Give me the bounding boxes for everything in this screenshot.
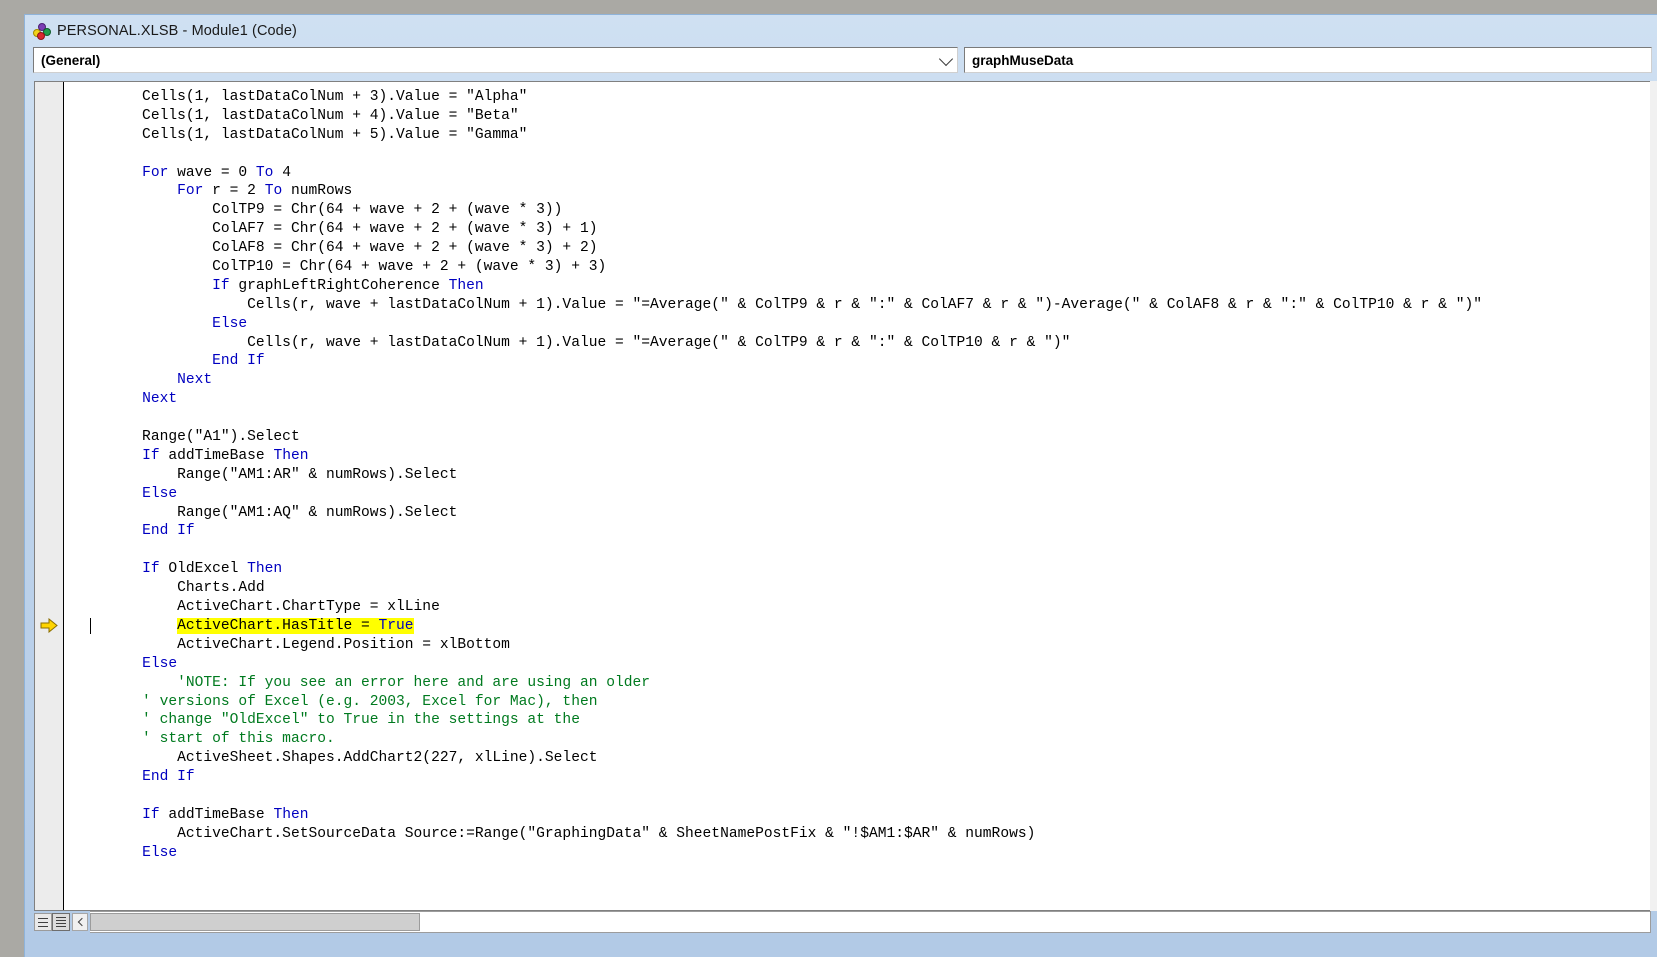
vertical-scrollbar[interactable]: [1650, 81, 1657, 911]
horizontal-scrollbar-thumb[interactable]: [90, 913, 420, 931]
code-line: Cells(r, wave + lastDataColNum + 1).Valu…: [72, 296, 1482, 313]
code-line: End If: [212, 353, 265, 370]
code-line: ActiveChart.Legend.Position = xlBottom: [72, 636, 510, 653]
code-line: End If: [142, 769, 195, 786]
code-line: End If: [142, 523, 195, 540]
code-line: ' start of this macro.: [72, 731, 335, 748]
code-pane: Cells(1, lastDataColNum + 3).Value = "Al…: [34, 81, 1651, 911]
procedure-dropdown[interactable]: graphMuseData: [964, 47, 1652, 73]
code-line: If addTimeBase Then: [142, 447, 309, 464]
code-line: Cells(1, lastDataColNum + 3).Value = "Al…: [72, 89, 528, 105]
yellow-arrow-icon: [40, 618, 58, 634]
code-line: If graphLeftRightCoherence Then: [212, 277, 484, 294]
code-pane-bottom-bar: [34, 911, 1651, 933]
full-module-view-button[interactable]: [52, 913, 70, 931]
code-line: ActiveChart.SetSourceData Source:=Range(…: [72, 825, 1036, 842]
code-line: Next: [142, 391, 178, 408]
code-line: Else: [212, 315, 248, 332]
window-title-bar: PERSONAL.XLSB - Module1 (Code): [25, 15, 1657, 47]
code-line: ColAF7 = Chr(64 + wave + 2 + (wave * 3) …: [72, 221, 598, 238]
code-line: Range("AM1:AR" & numRows).Select: [72, 466, 458, 483]
code-line: Cells(1, lastDataColNum + 4).Value = "Be…: [72, 107, 519, 124]
code-line: If addTimeBase Then: [142, 806, 309, 823]
procedure-dropdown-value: graphMuseData: [972, 52, 1074, 68]
code-line: Cells(1, lastDataColNum + 5).Value = "Ga…: [72, 126, 528, 143]
chevron-down-icon[interactable]: [938, 51, 954, 67]
code-line: ColTP9 = Chr(64 + wave + 2 + (wave * 3)): [72, 202, 563, 219]
horizontal-scrollbar[interactable]: [90, 911, 1651, 933]
scroll-left-button[interactable]: [72, 913, 88, 931]
code-line: ActiveSheet.Shapes.AddChart2(227, xlLine…: [72, 750, 598, 767]
window-title: PERSONAL.XLSB - Module1 (Code): [57, 23, 297, 39]
code-line: 'NOTE: If you see an error here and are …: [72, 674, 651, 691]
code-line: Range("A1").Select: [72, 429, 300, 446]
code-line: If OldExcel Then: [142, 561, 283, 578]
object-dropdown-value: (General): [41, 52, 101, 68]
code-line: Range("AM1:AQ" & numRows).Select: [72, 504, 458, 521]
code-margin-indicator-bar[interactable]: [35, 82, 64, 910]
code-line: Else: [142, 485, 178, 502]
code-line: Charts.Add: [72, 580, 265, 597]
object-dropdown[interactable]: (General): [33, 47, 958, 73]
code-line: Else: [142, 655, 178, 672]
vba-code-window: PERSONAL.XLSB - Module1 (Code) (General)…: [24, 14, 1657, 957]
editor-combo-row: (General) graphMuseData: [25, 47, 1657, 73]
code-line: For r = 2 To numRows: [177, 183, 353, 200]
code-line: Cells(r, wave + lastDataColNum + 1).Valu…: [72, 334, 1071, 351]
code-text-area[interactable]: Cells(1, lastDataColNum + 3).Value = "Al…: [64, 82, 1651, 910]
code-line: ColAF8 = Chr(64 + wave + 2 + (wave * 3) …: [72, 240, 598, 257]
code-line: ' change "OldExcel" to True in the setti…: [72, 712, 580, 729]
code-line: ActiveChart.ChartType = xlLine: [72, 599, 440, 616]
procedure-view-button[interactable]: [34, 913, 52, 931]
code-line: Else: [142, 844, 178, 861]
code-line: ColTP10 = Chr(64 + wave + 2 + (wave * 3)…: [72, 259, 607, 276]
code-line: ' versions of Excel (e.g. 2003, Excel fo…: [72, 693, 598, 710]
code-line: ActiveChart.HasTitle = True: [72, 617, 1482, 636]
execution-highlight: ActiveChart.HasTitle = True: [177, 617, 414, 634]
code-line: Next: [177, 372, 213, 389]
code-lines: Cells(1, lastDataColNum + 3).Value = "Al…: [64, 82, 1482, 863]
code-line: For wave = 0 To 4: [142, 164, 291, 181]
vba-module-icon: [33, 22, 51, 40]
text-caret: [90, 618, 91, 635]
